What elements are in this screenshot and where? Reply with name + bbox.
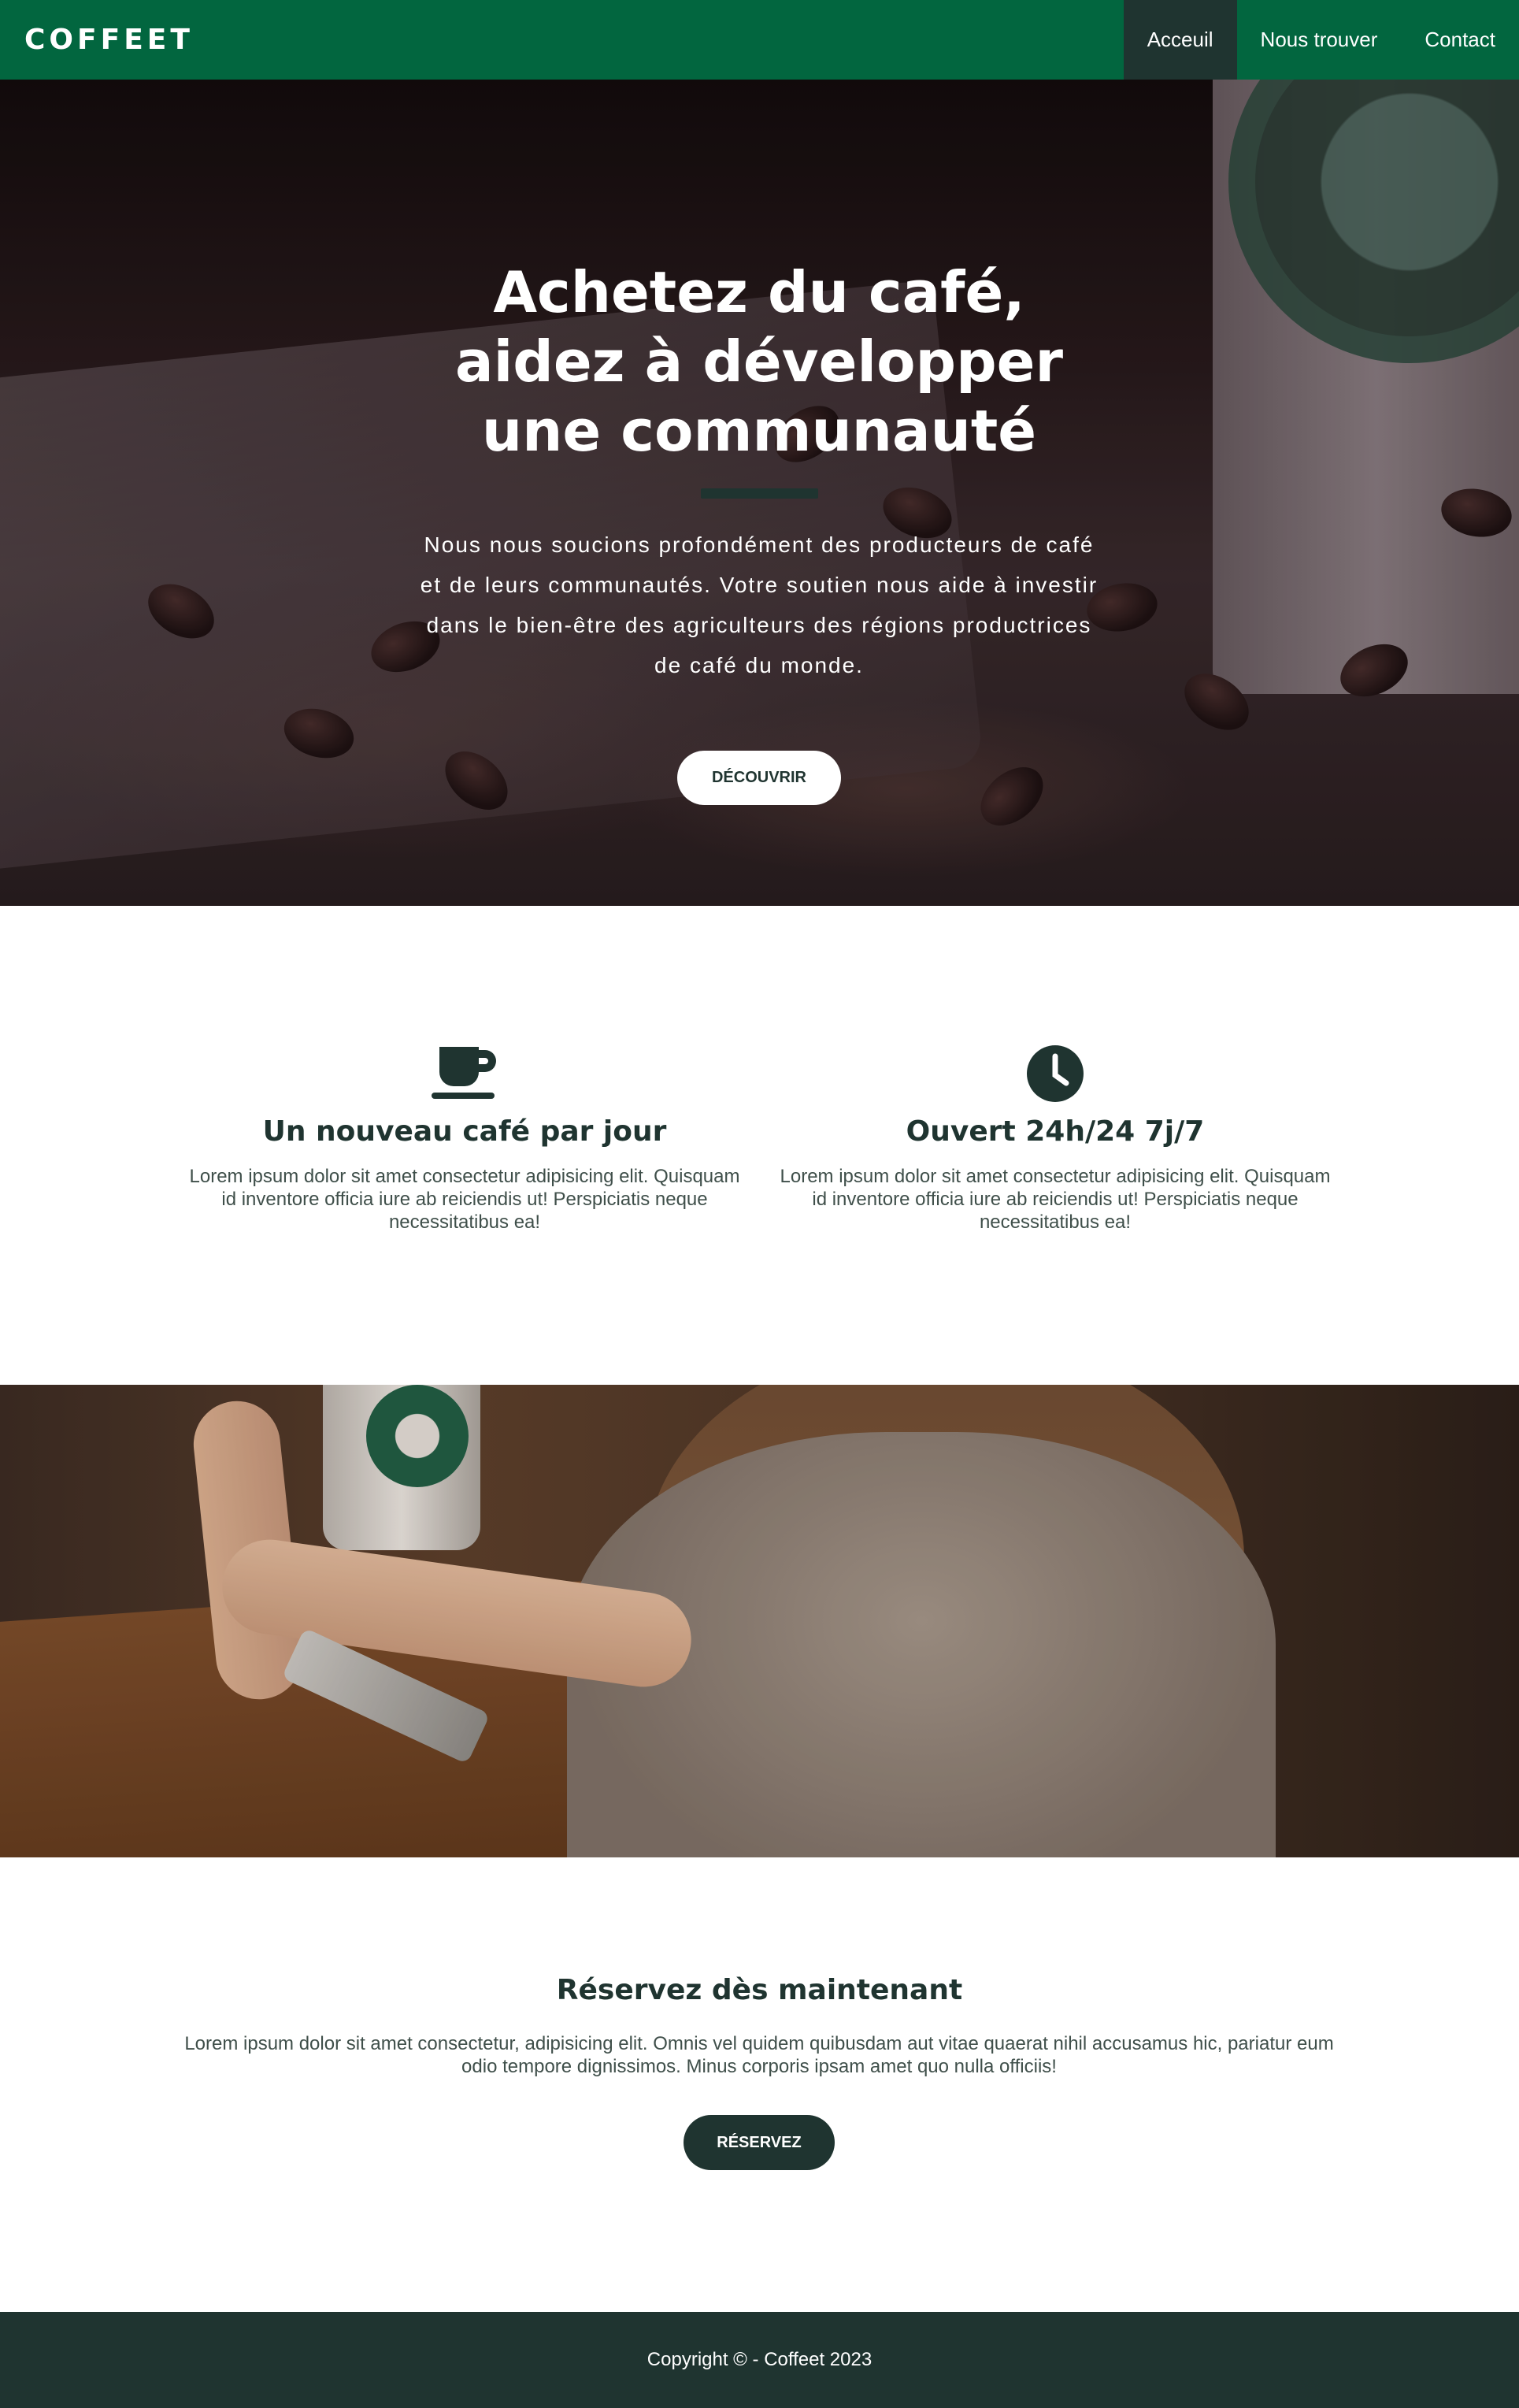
reserve-button[interactable]: RÉSERVEZ xyxy=(684,2115,835,2170)
feature-text: Lorem ipsum dolor sit amet consectetur a… xyxy=(189,1166,740,1233)
hero-title-line: aidez à développer xyxy=(455,328,1063,395)
hero-title-line: une communauté xyxy=(481,398,1037,464)
nav-item-nous-trouver[interactable]: Nous trouver xyxy=(1237,0,1402,80)
hero-title: Achetez du café, aidez à développer une … xyxy=(365,258,1153,466)
footer-copyright: Copyright © - Coffeet 2023 xyxy=(647,2349,872,2370)
reserve-title: Réservez dès maintenant xyxy=(556,1974,963,2006)
hero-content: Achetez du café, aidez à développer une … xyxy=(0,80,1519,906)
reserve-section: Réservez dès maintenant Lorem ipsum dolo… xyxy=(0,1857,1519,2312)
navbar: COFFEET Acceuil Nous trouver Contact xyxy=(0,0,1519,80)
nav-item-acceuil[interactable]: Acceuil xyxy=(1123,0,1237,80)
feature-card: Ouvert 24h/24 7j/7 Lorem ipsum dolor sit… xyxy=(772,1044,1339,1234)
brand-logo[interactable]: COFFEET xyxy=(0,24,194,56)
features-section: Un nouveau café par jour Lorem ipsum dol… xyxy=(0,906,1519,1385)
reserve-text: Lorem ipsum dolor sit amet consectetur, … xyxy=(184,2033,1334,2077)
nav-item-contact[interactable]: Contact xyxy=(1401,0,1519,80)
discover-button[interactable]: DÉCOUVRIR xyxy=(677,751,841,805)
coffee-shop-photo xyxy=(0,1385,1519,1857)
hero-title-line: Achetez du café, xyxy=(493,259,1025,325)
main-nav: Acceuil Nous trouver Contact xyxy=(1123,0,1519,80)
coffee-cup-icon xyxy=(432,1047,496,1099)
hero-section: Achetez du café, aidez à développer une … xyxy=(0,80,1519,906)
hero-divider xyxy=(701,488,818,499)
feature-title: Ouvert 24h/24 7j/7 xyxy=(906,1115,1205,1148)
feature-card: Un nouveau café par jour Lorem ipsum dol… xyxy=(181,1044,748,1234)
clock-icon xyxy=(1027,1045,1084,1102)
hero-description: Nous nous soucions profondément des prod… xyxy=(420,532,1098,677)
photo-overlay xyxy=(0,1385,1519,1857)
feature-title: Un nouveau café par jour xyxy=(262,1115,667,1148)
feature-text: Lorem ipsum dolor sit amet consectetur a… xyxy=(780,1166,1331,1233)
footer: Copyright © - Coffeet 2023 xyxy=(0,2312,1519,2408)
